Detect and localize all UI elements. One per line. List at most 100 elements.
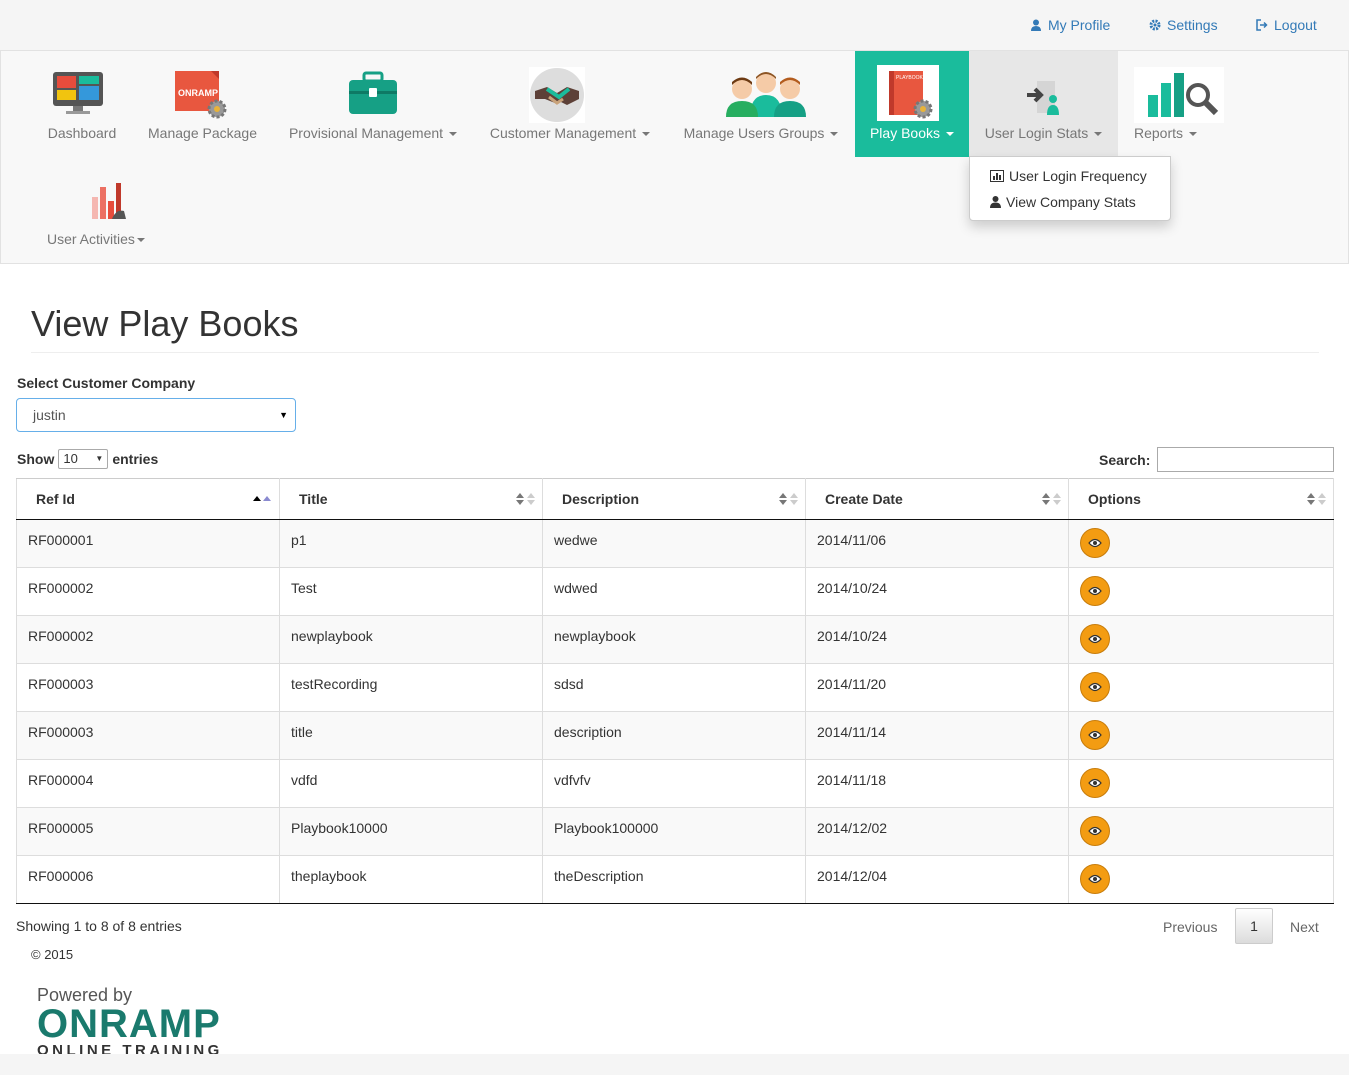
dropdown-item-company-stats-label: View Company Stats — [1006, 194, 1136, 210]
nav-play-books[interactable]: PLAYBOOK Play Books — [855, 51, 969, 157]
cell-ref-id: RF000005 — [16, 807, 280, 856]
caret-down-icon — [830, 132, 839, 137]
entries-length-select[interactable]: 10 ▼ — [58, 449, 109, 469]
company-select[interactable]: justin ▼ — [16, 398, 296, 432]
cell-ref-id: RF000003 — [16, 711, 280, 760]
table-row: RF000005 Playbook10000 Playbook100000 2014/… — [16, 807, 1334, 856]
cell-create-date: 2014/10/24 — [805, 615, 1069, 664]
gear-icon — [1149, 19, 1161, 31]
entries-label: entries — [112, 451, 159, 467]
cell-ref-id: RF000002 — [16, 567, 280, 616]
nav-manage-package[interactable]: ONRAMP Manage Package — [139, 51, 266, 157]
cell-options — [1068, 615, 1334, 664]
nav-dashboard[interactable]: Dashboard — [36, 51, 128, 157]
entries-length-control: Show 10 ▼ entries — [17, 449, 158, 469]
nav-reports-label: Reports — [1134, 125, 1232, 141]
nav-dashboard-label: Dashboard — [47, 125, 117, 141]
settings-link[interactable]: Settings — [1149, 17, 1218, 33]
dropdown-item-company-stats[interactable]: View Company Stats — [990, 194, 1136, 210]
view-button[interactable] — [1080, 576, 1110, 606]
view-button[interactable] — [1080, 528, 1110, 558]
caret-down-icon — [449, 132, 458, 137]
cell-ref-id: RF000001 — [16, 519, 280, 568]
logout-label: Logout — [1274, 17, 1317, 33]
cell-description: wdwed — [542, 567, 806, 616]
nav-user-activities[interactable]: User Activities — [36, 171, 156, 257]
eye-icon — [1088, 586, 1102, 596]
nav-manage-users-groups[interactable]: Manage Users Groups — [672, 51, 850, 157]
view-button[interactable] — [1080, 768, 1110, 798]
cell-options — [1068, 711, 1334, 760]
my-profile-link[interactable]: My Profile — [1030, 17, 1110, 33]
nav-user-activities-label: User Activities — [47, 231, 156, 247]
user-icon — [990, 196, 1001, 208]
eye-icon — [1088, 826, 1102, 836]
logout-icon — [1256, 19, 1268, 31]
cell-create-date: 2014/12/04 — [805, 855, 1069, 904]
login-stats-dropdown: User Login Frequency View Company Stats — [969, 156, 1171, 221]
view-button[interactable] — [1080, 816, 1110, 846]
cell-title: Playbook10000 — [279, 807, 543, 856]
logout-link[interactable]: Logout — [1256, 17, 1317, 33]
cell-ref-id: RF000006 — [16, 855, 280, 904]
view-button[interactable] — [1080, 672, 1110, 702]
package-icon: ONRAMP — [175, 71, 227, 119]
nav-customer-management[interactable]: Customer Management — [478, 51, 662, 157]
company-select-value: justin — [33, 407, 66, 423]
caret-down-icon — [1189, 132, 1198, 137]
table-row: RF000004 vdfd vdfvfv 2014/11/18 — [16, 759, 1334, 808]
view-button[interactable] — [1080, 624, 1110, 654]
view-button[interactable] — [1080, 864, 1110, 894]
nav-provisional-label: Provisional Management — [277, 125, 469, 141]
dropdown-item-login-frequency[interactable]: User Login Frequency — [990, 168, 1147, 184]
view-button[interactable] — [1080, 720, 1110, 750]
cell-options — [1068, 567, 1334, 616]
cell-create-date: 2014/11/14 — [805, 711, 1069, 760]
cell-options — [1068, 663, 1334, 712]
table-row: RF000006 theplaybook theDescription 2014/12… — [16, 855, 1334, 904]
search-label: Search: — [1099, 452, 1151, 468]
table-row: RF000001 p1 wedwe 2014/11/06 — [16, 519, 1334, 568]
page-1-button[interactable]: 1 — [1235, 908, 1273, 944]
show-label: Show — [17, 451, 55, 467]
table-row: RF000002 newplaybook newplaybook 2014/10/24 — [16, 615, 1334, 664]
search-input[interactable] — [1157, 447, 1334, 472]
nav-user-login-stats[interactable]: User Login Stats — [969, 51, 1118, 157]
eye-icon — [1088, 874, 1102, 884]
cell-title: title — [279, 711, 543, 760]
playbooks-table: Ref Id Title Description Create Date Opt… — [16, 478, 1334, 904]
nav-play-books-label: Play Books — [855, 125, 969, 141]
cell-ref-id: RF000003 — [16, 663, 280, 712]
cell-options — [1068, 807, 1334, 856]
col-create-date[interactable]: Create Date — [805, 478, 1069, 520]
entries-length-value: 10 — [63, 451, 78, 466]
col-options[interactable]: Options — [1068, 478, 1334, 520]
my-profile-label: My Profile — [1048, 17, 1111, 33]
reports-icon — [1134, 67, 1224, 123]
powered-by-logo: Powered by ONRAMP ONLINE TRAINING — [37, 985, 223, 1059]
cell-create-date: 2014/11/06 — [805, 519, 1069, 568]
dropdown-item-login-frequency-label: User Login Frequency — [1009, 168, 1147, 184]
nav-users-groups-label: Manage Users Groups — [672, 125, 850, 141]
previous-button[interactable]: Previous — [1163, 919, 1217, 935]
col-ref-id[interactable]: Ref Id — [16, 478, 280, 520]
caret-down-icon — [136, 238, 145, 243]
table-row: RF000002 Test wdwed 2014/10/24 — [16, 567, 1334, 616]
brand-logo-text: ONRAMP — [37, 1002, 221, 1046]
cell-create-date: 2014/12/02 — [805, 807, 1069, 856]
eye-icon — [1088, 778, 1102, 788]
next-button[interactable]: Next — [1290, 919, 1319, 935]
nav-manage-package-label: Manage Package — [148, 125, 257, 141]
col-description[interactable]: Description — [542, 478, 806, 520]
nav-reports[interactable]: Reports — [1124, 51, 1232, 157]
sort-both-icon — [1042, 493, 1061, 505]
activities-chart-icon — [92, 183, 126, 219]
col-title[interactable]: Title — [279, 478, 543, 520]
cell-options — [1068, 759, 1334, 808]
table-body: RF000001 p1 wedwe 2014/11/06 RF000002 Test wdw… — [16, 519, 1334, 904]
table-header-row: Ref Id Title Description Create Date Opt… — [16, 478, 1334, 520]
login-icon — [1027, 81, 1059, 115]
handshake-icon — [529, 67, 585, 123]
caret-down-icon — [642, 132, 651, 137]
nav-provisional-management[interactable]: Provisional Management — [277, 51, 469, 157]
